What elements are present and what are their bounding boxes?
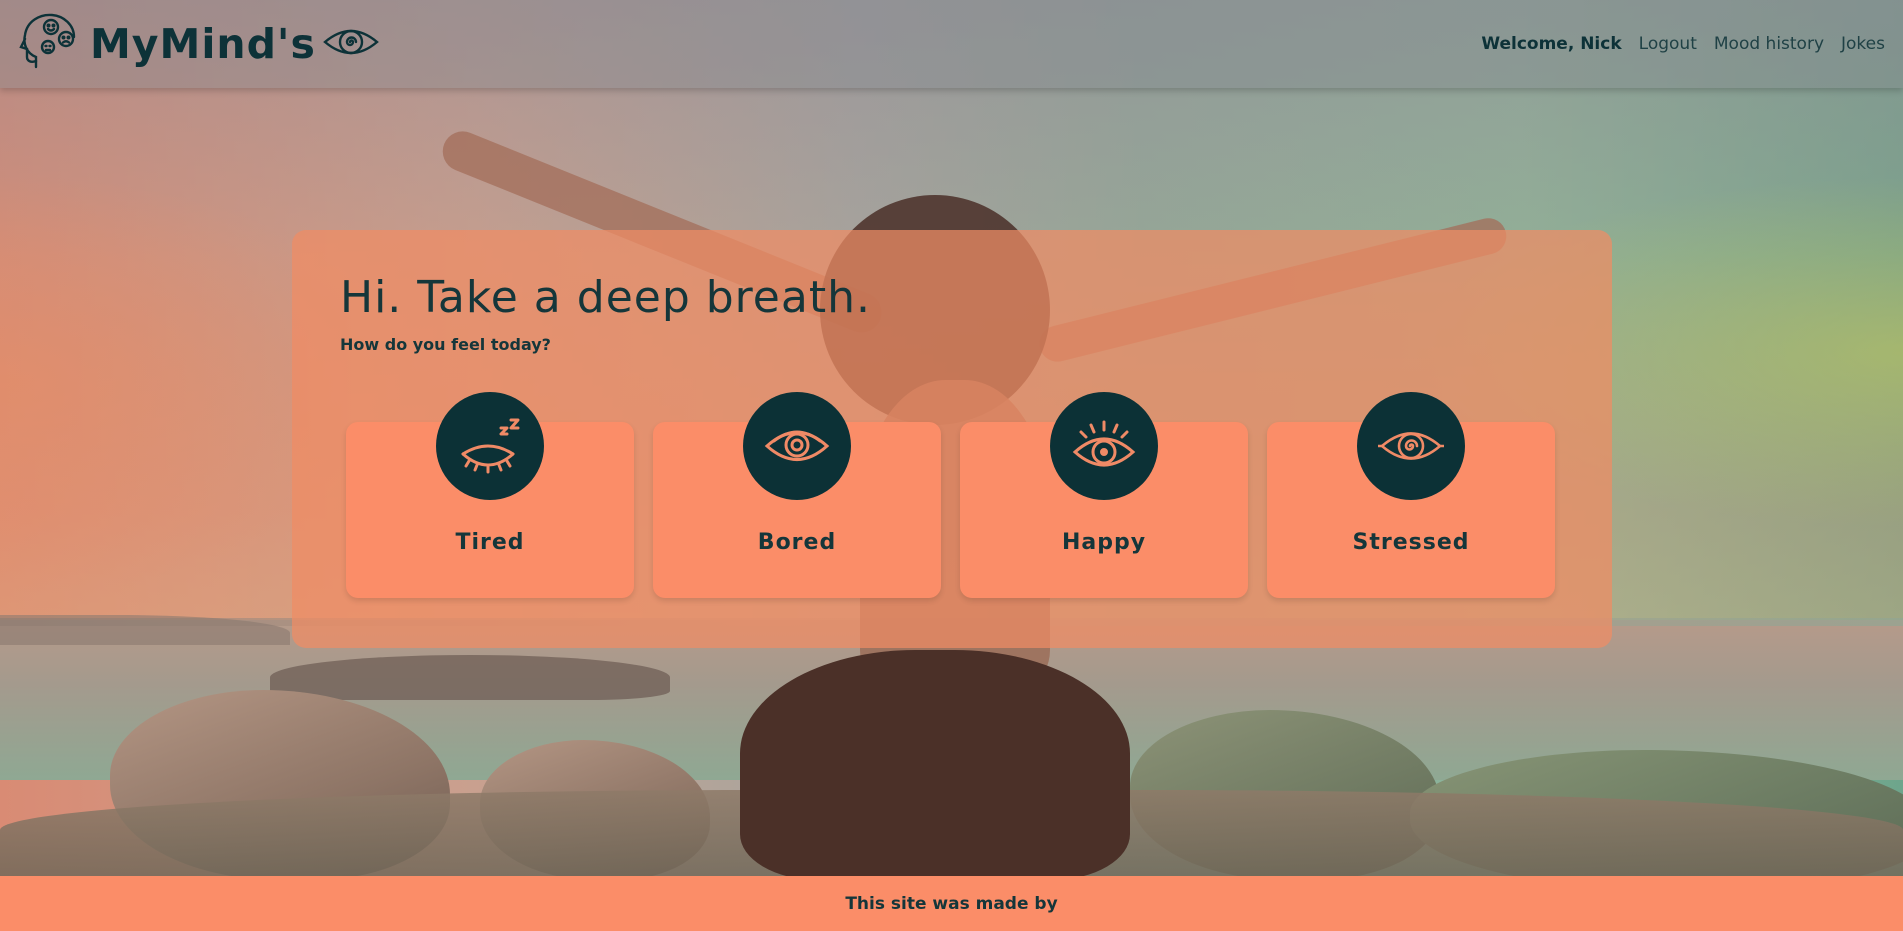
eye-icon <box>743 392 851 500</box>
island <box>270 655 670 700</box>
mood-label: Tired <box>455 530 525 555</box>
mood-label: Happy <box>1061 530 1147 555</box>
jokes-link[interactable]: Jokes <box>1841 34 1885 54</box>
mood-option-tired[interactable]: Tired <box>346 392 634 598</box>
mood-option-bored[interactable]: Bored <box>653 392 941 598</box>
person-legs <box>740 650 1130 876</box>
spiral-eye-icon <box>1357 392 1465 500</box>
page-title: Hi. Take a deep breath. <box>340 272 871 323</box>
page-subtitle: How do you feel today? <box>340 335 551 354</box>
brand[interactable]: MyMind's <box>18 9 380 79</box>
mood-card: Hi. Take a deep breath. How do you feel … <box>292 230 1612 648</box>
mood-options: Tired Bored Happy Stressed <box>346 392 1555 598</box>
footer-text: This site was made by <box>845 893 1058 914</box>
top-nav: Welcome, Nick Logout Mood history Jokes <box>1481 34 1885 54</box>
head-logo-icon <box>18 9 84 79</box>
mood-option-stressed[interactable]: Stressed <box>1267 392 1555 598</box>
spiral-eye-logo-icon <box>322 22 380 66</box>
brand-name: MyMind's <box>90 20 316 68</box>
site-footer: This site was made by <box>0 876 1903 931</box>
site-header: MyMind's Welcome, Nick Logout Mood histo… <box>0 0 1903 88</box>
sleepy-eye-icon <box>436 392 544 500</box>
mood-history-link[interactable]: Mood history <box>1714 34 1824 54</box>
mood-label: Bored <box>757 530 837 555</box>
logout-link[interactable]: Logout <box>1639 34 1697 54</box>
mood-label: Stressed <box>1352 530 1470 555</box>
mood-option-happy[interactable]: Happy <box>960 392 1248 598</box>
bright-eye-icon <box>1050 392 1158 500</box>
welcome-text: Welcome, Nick <box>1481 34 1622 54</box>
